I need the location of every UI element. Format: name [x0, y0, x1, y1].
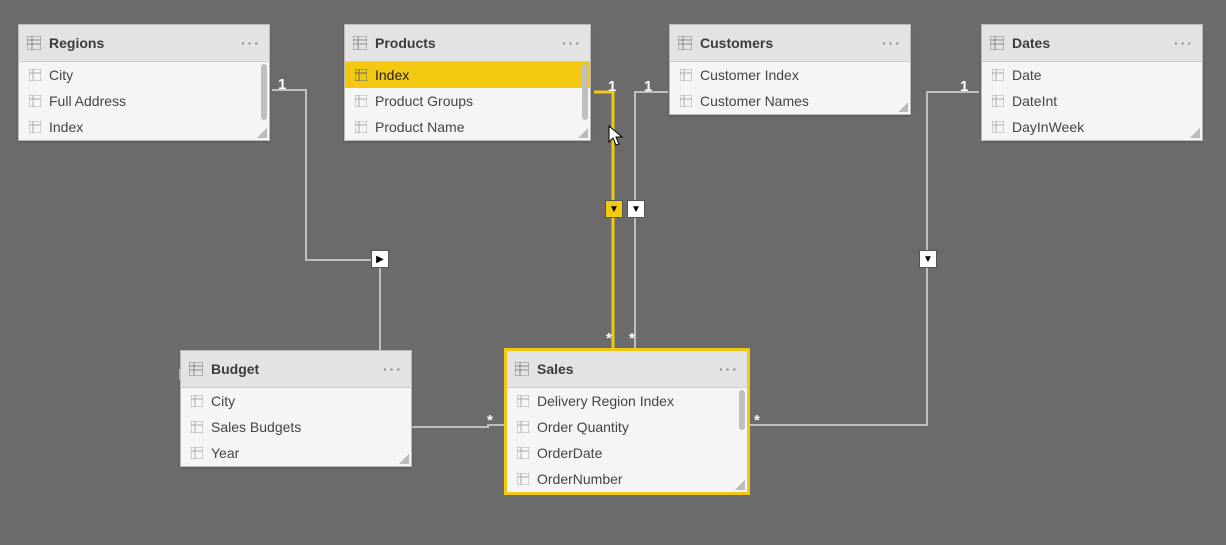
- column-icon: [29, 95, 41, 107]
- field-row[interactable]: OrderDate: [507, 440, 747, 466]
- table-budget[interactable]: Budget ··· City Sales Budgets Year: [180, 350, 412, 467]
- cardinality-dates-one: 1: [960, 78, 968, 95]
- filter-arrow-regions: ▶: [371, 250, 389, 268]
- table-fields: Delivery Region Index Order Quantity Ord…: [507, 388, 747, 492]
- cardinality-products-many: *: [606, 330, 612, 347]
- table-title: Sales: [537, 361, 711, 377]
- model-canvas[interactable]: 1 1 1 1 * * * * ▶ ▼ ▼ ▼ Regions ··· City…: [0, 0, 1226, 545]
- field-row[interactable]: Customer Index: [670, 62, 910, 88]
- mouse-cursor-icon: [608, 125, 626, 149]
- resize-grip[interactable]: [1190, 128, 1200, 138]
- table-dates[interactable]: Dates ··· Date DateInt DayInWeek: [981, 24, 1203, 141]
- table-title: Products: [375, 35, 554, 51]
- table-menu-button[interactable]: ···: [383, 361, 403, 377]
- table-title: Regions: [49, 35, 233, 51]
- resize-grip[interactable]: [257, 128, 267, 138]
- field-row[interactable]: Full Address: [19, 88, 269, 114]
- field-row[interactable]: Delivery Region Index: [507, 388, 747, 414]
- table-customers[interactable]: Customers ··· Customer Index Customer Na…: [669, 24, 911, 115]
- column-icon: [191, 421, 203, 433]
- table-fields: Customer Index Customer Names: [670, 62, 910, 114]
- filter-arrow-customers: ▼: [627, 200, 645, 218]
- field-row[interactable]: Product Name: [345, 114, 590, 140]
- scrollbar-stub[interactable]: [261, 64, 267, 120]
- field-row[interactable]: Order Quantity: [507, 414, 747, 440]
- table-menu-button[interactable]: ···: [1174, 35, 1194, 51]
- field-row[interactable]: DateInt: [982, 88, 1202, 114]
- field-row[interactable]: Index: [19, 114, 269, 140]
- table-fields: City Sales Budgets Year: [181, 388, 411, 466]
- field-row[interactable]: Sales Budgets: [181, 414, 411, 440]
- table-menu-button[interactable]: ···: [882, 35, 902, 51]
- column-icon: [355, 69, 367, 81]
- column-icon: [992, 121, 1004, 133]
- column-icon: [29, 121, 41, 133]
- column-icon: [29, 69, 41, 81]
- table-regions[interactable]: Regions ··· City Full Address Index: [18, 24, 270, 141]
- cardinality-budget-many: *: [487, 412, 493, 429]
- column-icon: [992, 69, 1004, 81]
- resize-grip[interactable]: [578, 128, 588, 138]
- column-icon: [992, 95, 1004, 107]
- field-row[interactable]: Product Groups: [345, 88, 590, 114]
- field-row[interactable]: City: [181, 388, 411, 414]
- table-icon: [27, 36, 41, 50]
- table-title: Budget: [211, 361, 375, 377]
- column-icon: [517, 473, 529, 485]
- filter-arrow-products: ▼: [605, 200, 623, 218]
- table-menu-button[interactable]: ···: [562, 35, 582, 51]
- table-icon: [515, 362, 529, 376]
- cardinality-products-one: 1: [608, 78, 616, 95]
- table-fields: City Full Address Index: [19, 62, 269, 140]
- field-row[interactable]: City: [19, 62, 269, 88]
- column-icon: [355, 121, 367, 133]
- table-fields: Date DateInt DayInWeek: [982, 62, 1202, 140]
- table-icon: [990, 36, 1004, 50]
- field-row[interactable]: Customer Names: [670, 88, 910, 114]
- column-icon: [680, 95, 692, 107]
- resize-grip[interactable]: [735, 480, 745, 490]
- field-row[interactable]: OrderNumber: [507, 466, 747, 492]
- resize-grip[interactable]: [399, 454, 409, 464]
- cardinality-regions-one: 1: [278, 76, 286, 93]
- column-icon: [517, 447, 529, 459]
- column-icon: [191, 395, 203, 407]
- scrollbar-stub[interactable]: [582, 64, 588, 120]
- column-icon: [191, 447, 203, 459]
- table-menu-button[interactable]: ···: [241, 35, 261, 51]
- field-row[interactable]: Year: [181, 440, 411, 466]
- table-title: Dates: [1012, 35, 1166, 51]
- field-row[interactable]: DayInWeek: [982, 114, 1202, 140]
- table-menu-button[interactable]: ···: [719, 361, 739, 377]
- field-row-selected[interactable]: Index: [345, 62, 590, 88]
- table-title: Customers: [700, 35, 874, 51]
- cardinality-customers-one: 1: [644, 78, 652, 95]
- table-icon: [353, 36, 367, 50]
- cardinality-dates-many: *: [754, 412, 760, 429]
- column-icon: [517, 421, 529, 433]
- table-icon: [189, 362, 203, 376]
- table-icon: [678, 36, 692, 50]
- table-fields: Index Product Groups Product Name: [345, 62, 590, 140]
- scrollbar-stub[interactable]: [739, 390, 745, 430]
- filter-arrow-dates: ▼: [919, 250, 937, 268]
- table-products[interactable]: Products ··· Index Product Groups Produc…: [344, 24, 591, 141]
- resize-grip[interactable]: [898, 102, 908, 112]
- table-sales[interactable]: Sales ··· Delivery Region Index Order Qu…: [506, 350, 748, 493]
- column-icon: [355, 95, 367, 107]
- field-row[interactable]: Date: [982, 62, 1202, 88]
- column-icon: [517, 395, 529, 407]
- column-icon: [680, 69, 692, 81]
- cardinality-customers-many: *: [629, 330, 635, 347]
